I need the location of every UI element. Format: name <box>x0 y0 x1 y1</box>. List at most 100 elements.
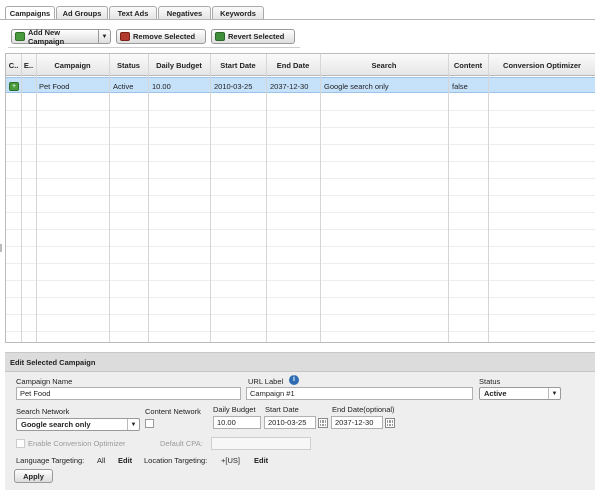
remove-selected-label: Remove Selected <box>133 32 196 41</box>
column-divider <box>21 54 22 342</box>
tab-ad-groups[interactable]: Ad Groups <box>56 6 108 20</box>
end-date-label: End Date(optional) <box>332 405 395 414</box>
table-row[interactable]: + Pet Food Active 10.00 2010-03-25 2037-… <box>6 77 595 93</box>
remove-selected-button[interactable]: Remove Selected <box>116 29 206 44</box>
search-network-select[interactable]: Google search only ▼ <box>16 418 140 431</box>
status-value: Active <box>484 389 507 398</box>
search-network-value: Google search only <box>21 420 91 429</box>
chevron-down-icon: ▼ <box>127 419 139 430</box>
column-divider <box>109 54 110 342</box>
col-header-campaign[interactable]: Campaign <box>36 54 109 76</box>
start-date-label: Start Date <box>265 405 299 414</box>
row-separator <box>6 297 595 298</box>
campaign-grid: C.. E.. Campaign Status Daily Budget Sta… <box>5 53 595 343</box>
col-header-status[interactable]: Status <box>109 54 148 76</box>
row-separator <box>6 161 595 162</box>
campaign-name-label: Campaign Name <box>16 377 73 386</box>
column-divider <box>448 54 449 342</box>
revert-selected-button[interactable]: Revert Selected <box>211 29 295 44</box>
panel-title: Edit Selected Campaign <box>5 353 595 372</box>
location-edit-link[interactable]: Edit <box>254 456 268 465</box>
row-separator <box>6 195 595 196</box>
grid-header: C.. E.. Campaign Status Daily Budget Sta… <box>6 54 595 76</box>
row-separator <box>6 229 595 230</box>
cell-campaign: Pet Food <box>39 81 70 91</box>
column-divider <box>210 54 211 342</box>
column-divider <box>148 54 149 342</box>
row-separator <box>6 263 595 264</box>
content-network-label: Content Network <box>145 407 201 416</box>
location-targeting-value: +[US] <box>221 456 240 465</box>
tab-negatives[interactable]: Negatives <box>158 6 211 20</box>
url-label-label: URL Label <box>248 377 284 386</box>
tab-bar: Campaigns Ad Groups Text Ads Negatives K… <box>5 6 265 20</box>
add-campaign-icon <box>15 32 25 41</box>
row-separator <box>6 246 595 247</box>
cell-start-date: 2010-03-25 <box>214 81 253 91</box>
col-header-start-date[interactable]: Start Date <box>210 54 266 76</box>
end-date-field[interactable]: 2037-12-30 <box>331 416 383 429</box>
chevron-down-icon: ▼ <box>548 388 560 399</box>
chevron-down-icon[interactable]: ▼ <box>98 30 110 43</box>
column-divider <box>320 54 321 342</box>
remove-icon <box>120 32 130 41</box>
info-icon[interactable]: i <box>289 375 299 385</box>
enable-conversion-optimizer-label: Enable Conversion Optimizer <box>28 439 126 448</box>
revert-icon <box>215 32 225 41</box>
calendar-icon[interactable] <box>318 418 328 428</box>
edit-campaign-panel: Edit Selected Campaign Campaign Name Pet… <box>5 352 595 490</box>
cell-status: Active <box>113 81 134 91</box>
row-separator <box>6 127 595 128</box>
row-separator <box>6 110 595 111</box>
daily-budget-label: Daily Budget <box>213 405 256 414</box>
row-separator <box>6 212 595 213</box>
add-new-campaign-label: Add New Campaign <box>27 27 65 46</box>
row-separator <box>6 144 595 145</box>
daily-budget-field[interactable]: 10.00 <box>213 416 261 429</box>
col-header-c[interactable]: C.. <box>6 54 21 76</box>
cell-conversion-optimizer <box>488 78 595 94</box>
col-header-content[interactable]: Content <box>448 54 488 76</box>
column-divider <box>266 54 267 342</box>
col-header-end-date[interactable]: End Date <box>266 54 320 76</box>
start-date-field[interactable]: 2010-03-25 <box>264 416 316 429</box>
url-label-field[interactable]: Campaign #1 <box>246 387 473 400</box>
column-divider <box>488 54 489 342</box>
content-network-checkbox[interactable] <box>145 419 154 428</box>
revert-selected-label: Revert Selected <box>228 32 285 41</box>
enable-conversion-optimizer-checkbox[interactable] <box>16 439 25 448</box>
col-header-daily-budget[interactable]: Daily Budget <box>148 54 210 76</box>
cell-end-date: 2037-12-30 <box>270 81 309 91</box>
tab-divider <box>0 19 595 20</box>
campaign-name-field[interactable]: Pet Food <box>16 387 241 400</box>
calendar-icon[interactable] <box>385 418 395 428</box>
language-targeting-label: Language Targeting: <box>16 456 85 465</box>
status-select[interactable]: Active ▼ <box>479 387 561 400</box>
status-label: Status <box>479 377 501 386</box>
row-separator <box>6 280 595 281</box>
col-header-search[interactable]: Search <box>320 54 448 76</box>
default-cpa-field[interactable] <box>211 437 311 450</box>
add-new-campaign-button[interactable]: Add New Campaign ▼ <box>11 27 111 46</box>
row-separator <box>6 314 595 315</box>
column-divider <box>36 54 37 342</box>
splitter-handle[interactable] <box>0 244 2 252</box>
search-network-label: Search Network <box>16 407 70 416</box>
default-cpa-label: Default CPA: <box>160 439 203 448</box>
col-header-e[interactable]: E.. <box>21 54 36 76</box>
row-separator <box>6 331 595 332</box>
toolbar: Add New Campaign ▼ Remove Selected Rever… <box>8 27 300 48</box>
cell-content: false <box>452 81 468 91</box>
row-status-icon: + <box>6 78 21 94</box>
location-targeting-label: Location Targeting: <box>144 456 208 465</box>
tab-text-ads[interactable]: Text Ads <box>109 6 157 20</box>
row-separator <box>6 178 595 179</box>
tab-keywords[interactable]: Keywords <box>212 6 264 20</box>
tab-campaigns[interactable]: Campaigns <box>5 6 55 20</box>
cell-daily-budget: 10.00 <box>152 81 171 91</box>
language-targeting-value: All <box>97 456 106 465</box>
language-edit-link[interactable]: Edit <box>118 456 132 465</box>
campaign-icon: + <box>9 81 19 91</box>
apply-button[interactable]: Apply <box>14 469 53 483</box>
col-header-conversion-optimizer[interactable]: Conversion Optimizer <box>488 54 595 76</box>
